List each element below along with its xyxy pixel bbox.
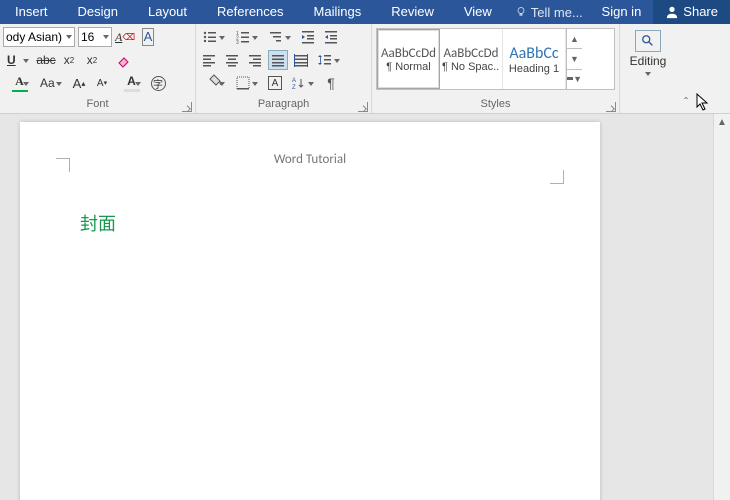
share-person-icon [665,5,679,19]
bullets-button[interactable] [199,27,229,47]
style-no-spacing[interactable]: AaBbCcDd ¶ No Spac... [440,29,503,89]
font-family-select[interactable]: ody Asian) [3,27,75,47]
find-icon [635,30,661,52]
gallery-scroll-up[interactable]: ▲ [567,29,582,49]
align-center-button[interactable] [222,50,242,70]
group-font: ody Asian) 16 A⌫ A U abc x2 x2 A Aa A▴ A… [0,24,196,113]
svg-text:A: A [292,78,296,84]
tab-design[interactable]: Design [63,0,133,24]
svg-text:3: 3 [236,40,239,44]
borders-button[interactable] [232,73,262,93]
style-heading-1[interactable]: AaBbCc Heading 1 [503,29,566,89]
collapse-ribbon-button[interactable]: ˆ [676,24,696,113]
enclose-characters-button[interactable]: 字 [148,73,168,93]
vertical-scrollbar[interactable]: ▲ [713,114,730,500]
styles-gallery-scroll: ▲ ▼ ▼ [566,29,582,89]
align-left-button[interactable] [199,50,219,70]
paragraph-dialog-launcher[interactable] [358,102,368,112]
styles-group-label: Styles [372,97,619,113]
group-styles: AaBbCcDd ¶ Normal AaBbCcDd ¶ No Spac... … [372,24,620,113]
clear-formatting-button[interactable]: A⌫ [115,27,135,47]
eraser-button[interactable] [114,50,134,70]
sign-in-button[interactable]: Sign in [590,0,654,24]
svg-text:Z: Z [292,85,296,90]
character-border-button[interactable]: A [138,27,158,47]
tab-view[interactable]: View [449,0,507,24]
group-paragraph: 123 A AZ ¶ Paragraph [196,24,372,113]
tab-mailings[interactable]: Mailings [299,0,377,24]
grow-font-button[interactable]: A▴ [69,73,89,93]
decrease-indent-button[interactable] [298,27,318,47]
styles-gallery: AaBbCcDd ¶ Normal AaBbCcDd ¶ No Spac... … [376,28,615,90]
tab-review[interactable]: Review [376,0,449,24]
font-color-button[interactable]: A [3,73,33,93]
justify-button[interactable] [268,50,288,70]
shading-button[interactable] [199,73,229,93]
align-right-button[interactable] [245,50,265,70]
increase-indent-button[interactable] [321,27,341,47]
gallery-scroll-down[interactable]: ▼ [567,49,582,69]
tab-insert[interactable]: Insert [0,0,63,24]
font-dialog-launcher[interactable] [182,102,192,112]
ribbon-tabs-bar: Insert Design Layout References Mailings… [0,0,730,24]
strikethrough-button[interactable]: abc [36,50,56,70]
superscript-button[interactable]: x2 [82,50,102,70]
margin-corner-tl [56,158,70,172]
subscript-button[interactable]: x2 [59,50,79,70]
page-scroll-container[interactable]: Word Tutorial 封面 [0,114,713,500]
numbering-button[interactable]: 123 [232,27,262,47]
editing-menu-button[interactable]: Editing [626,26,670,76]
style-normal[interactable]: AaBbCcDd ¶ Normal [377,29,440,89]
change-case-button[interactable]: Aa [36,73,66,93]
ribbon: ody Asian) 16 A⌫ A U abc x2 x2 A Aa A▴ A… [0,24,730,114]
distributed-button[interactable] [291,50,311,70]
document-body-text[interactable]: 封面 [80,210,552,236]
gallery-expand[interactable]: ▼ [567,70,582,89]
shrink-font-button[interactable]: A▾ [92,73,112,93]
document-area: Word Tutorial 封面 ▲ [0,114,730,500]
paragraph-group-label: Paragraph [196,97,371,113]
sort-button[interactable]: AZ [288,73,318,93]
show-hide-paragraph-button[interactable]: ¶ [321,73,341,93]
chevron-down-icon [645,72,651,76]
font-size-select[interactable]: 16 [78,27,112,47]
margin-corner-tr [550,170,564,184]
underline-button[interactable]: U [3,50,33,70]
styles-dialog-launcher[interactable] [606,102,616,112]
font-group-label: Font [0,97,195,113]
lightbulb-icon [515,6,527,18]
document-page[interactable]: Word Tutorial 封面 [20,122,600,500]
line-spacing-button[interactable] [314,50,344,70]
group-editing: Editing [620,24,676,113]
scroll-up-arrow[interactable]: ▲ [714,114,730,131]
tell-me-search[interactable]: Tell me... [515,5,583,20]
page-header-text: Word Tutorial [20,152,600,167]
multilevel-list-button[interactable] [265,27,295,47]
text-highlight-button[interactable]: A [115,73,145,93]
tab-layout[interactable]: Layout [133,0,202,24]
asian-layout-button[interactable]: A [265,73,285,93]
tab-references[interactable]: References [202,0,298,24]
share-button[interactable]: Share [653,0,730,24]
